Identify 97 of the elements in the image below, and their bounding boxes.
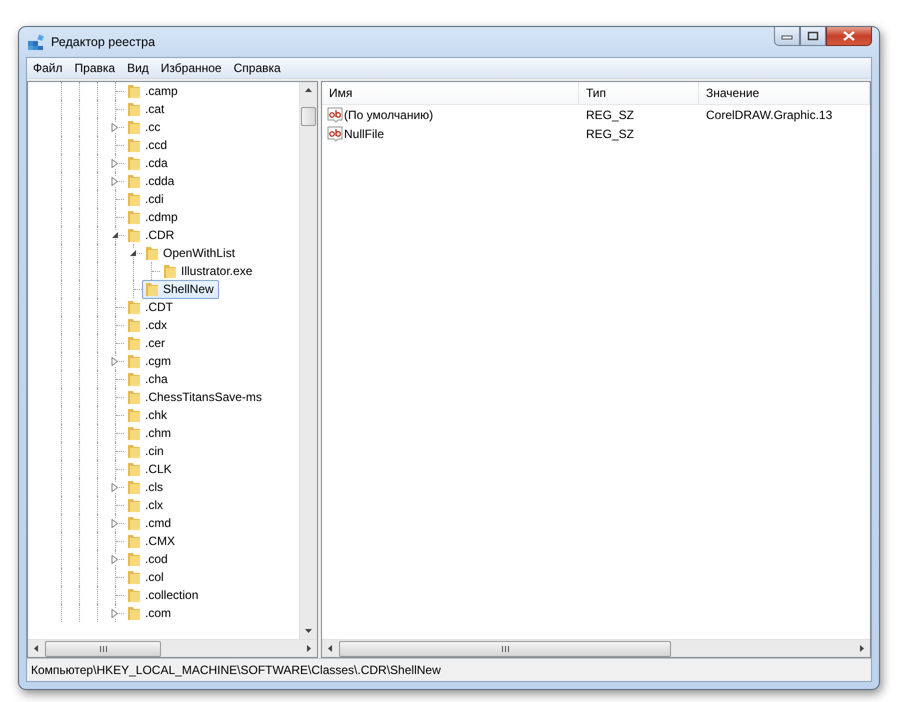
tree-item[interactable]: .cod (124, 550, 173, 568)
tree-item[interactable]: .cc (124, 118, 166, 136)
tree-item[interactable]: .cha (124, 370, 173, 388)
type-cell-text: REG_SZ (585, 108, 636, 122)
folder-icon (126, 371, 142, 387)
horizontal-scrollbar[interactable] (28, 639, 317, 657)
scroll-thumb[interactable] (339, 640, 671, 656)
tree-item[interactable]: .ChessTitansSave-ms (124, 388, 267, 406)
expand-arrow-icon[interactable] (111, 482, 119, 492)
tree-item[interactable]: ShellNew (142, 280, 219, 298)
tree-item[interactable]: .cin (124, 442, 169, 460)
tree-item[interactable]: .CDT (124, 298, 178, 316)
column-header[interactable]: Тип (579, 82, 699, 104)
minimize-button[interactable] (774, 27, 800, 46)
tree-item[interactable]: .collection (124, 586, 204, 604)
tree-item[interactable]: .CMX (124, 532, 180, 550)
folder-icon (126, 353, 142, 369)
folder-icon (126, 443, 142, 459)
menu-item[interactable]: Избранное (154, 59, 228, 77)
menu-item[interactable]: Справка (228, 59, 287, 77)
expand-arrow-icon[interactable] (111, 356, 119, 366)
folder-icon (126, 83, 142, 99)
folder-icon (126, 569, 142, 585)
column-header[interactable]: Имя (322, 82, 579, 104)
folder-icon (126, 191, 142, 207)
tree-item[interactable]: OpenWithList (142, 244, 240, 262)
window-title: Редактор реестра (51, 35, 156, 49)
folder-icon (126, 137, 142, 153)
menu-item[interactable]: Правка (68, 59, 122, 77)
expand-arrow-icon[interactable] (111, 122, 119, 132)
data-cell-text: CorelDRAW.Graphic.13 (705, 108, 834, 122)
tree-item[interactable]: Illustrator.exe (160, 262, 258, 280)
tree-item[interactable]: .cls (124, 478, 168, 496)
folder-icon (126, 425, 142, 441)
folder-icon (126, 497, 142, 513)
expand-arrow-icon[interactable] (111, 158, 119, 168)
tree-item[interactable]: .cdx (124, 316, 172, 334)
tree-item[interactable]: .chm (124, 424, 176, 442)
tree-item[interactable]: .clx (124, 496, 168, 514)
tree-item[interactable]: .cdda (124, 172, 180, 190)
maximize-icon (807, 31, 819, 41)
folder-icon (126, 461, 142, 477)
folder-icon (126, 173, 142, 189)
tree-item[interactable]: .ccd (124, 136, 172, 154)
tree-item[interactable]: .cmd (124, 514, 176, 532)
tree-item[interactable]: .cda (124, 154, 173, 172)
tree-item[interactable]: .col (124, 568, 169, 586)
folder-icon (126, 515, 142, 531)
folder-icon (144, 245, 160, 261)
folder-icon (126, 479, 142, 495)
close-icon (842, 31, 856, 41)
type-cell-text: REG_SZ (585, 126, 636, 140)
tree-item[interactable]: .CLK (124, 460, 177, 478)
folder-icon (144, 281, 160, 297)
folder-icon (126, 227, 142, 243)
folder-icon (162, 263, 178, 279)
tree-item[interactable]: .cdmp (124, 208, 183, 226)
folder-icon (126, 551, 142, 567)
tree-item[interactable]: .CDR (124, 226, 180, 244)
string-value-icon (327, 106, 343, 122)
folder-icon (126, 407, 142, 423)
registry-path: Компьютер\HKEY_LOCAL_MACHINE\SOFTWARE\Classes\.CDR\ShellNew (31, 663, 441, 677)
scroll-thumb[interactable] (301, 107, 316, 126)
folder-icon (126, 209, 142, 225)
tree-item[interactable]: .camp (124, 82, 183, 100)
cubes-icon (27, 33, 45, 51)
folder-icon (126, 335, 142, 351)
expand-arrow-icon[interactable] (111, 518, 119, 528)
menu-item[interactable]: Вид (121, 59, 155, 77)
folder-icon (126, 587, 142, 603)
folder-icon (126, 101, 142, 117)
expand-arrow-icon[interactable] (111, 554, 119, 564)
tree-item[interactable]: .cdi (124, 190, 169, 208)
string-value-icon (327, 126, 343, 142)
folder-icon (126, 605, 142, 621)
tree-item[interactable]: .cgm (124, 352, 176, 370)
folder-icon (126, 389, 142, 405)
scroll-thumb[interactable] (45, 640, 161, 656)
tree-item[interactable]: .chk (124, 406, 172, 424)
value-name-cell[interactable]: (По умолчанию) (322, 106, 579, 122)
close-button[interactable] (826, 27, 872, 46)
folder-icon (126, 299, 142, 315)
tree-item[interactable]: .cer (124, 334, 170, 352)
vertical-scrollbar[interactable] (299, 82, 317, 639)
menu-item[interactable]: Файл (27, 59, 69, 77)
expand-arrow-icon[interactable] (111, 608, 119, 618)
folder-icon (126, 317, 142, 333)
folder-icon (126, 533, 142, 549)
column-header[interactable]: Значение (699, 82, 870, 104)
tree-item[interactable]: .com (124, 604, 176, 622)
folder-icon (126, 155, 142, 171)
maximize-button[interactable] (800, 27, 826, 46)
horizontal-scrollbar[interactable] (322, 639, 870, 657)
value-name-cell[interactable]: NullFile (322, 126, 579, 142)
tree-item[interactable]: .cat (124, 100, 170, 118)
folder-icon (126, 119, 142, 135)
expand-arrow-icon[interactable] (111, 176, 119, 186)
